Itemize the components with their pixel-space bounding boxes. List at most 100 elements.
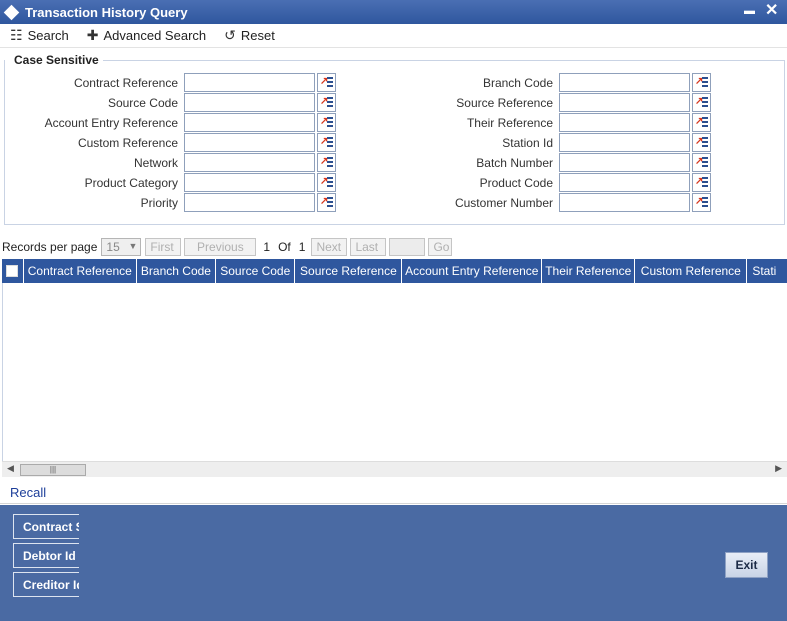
column-header-branch-code[interactable]: Branch Code [137,259,217,283]
lov-button[interactable]: ↗ [317,193,336,212]
lov-button[interactable]: ↗ [317,93,336,112]
debtor-id-button[interactable]: Debtor Id [13,543,79,568]
source-reference-input[interactable] [559,93,690,112]
next-page-button[interactable]: Next [311,238,348,256]
lov-button[interactable]: ↗ [692,133,711,152]
field-row-account-entry-reference: Account Entry Reference ↗ [8,113,336,132]
database-icon: ☷ [10,27,23,43]
customer-number-input[interactable] [559,193,690,212]
total-pages: 1 [298,240,306,254]
field-label: Source Reference [456,95,553,110]
scroll-left-icon[interactable]: ◀ [7,463,14,474]
lov-button[interactable]: ↗ [692,193,711,212]
list-icon [702,197,708,208]
reset-label: Reset [240,28,275,43]
field-label: Account Entry Reference [44,115,178,130]
list-icon [702,157,708,168]
recall-link[interactable]: Recall [10,485,46,500]
product-code-input[interactable] [559,173,690,192]
of-label: Of [278,240,291,254]
add-search-icon: ✚ [86,27,99,43]
previous-page-button[interactable]: Previous [184,238,257,256]
divider [0,503,787,504]
pager: Records per page 15 ▼ First Previous 1 O… [0,236,787,258]
results-table-body [2,283,787,461]
records-per-page-select[interactable]: 15 ▼ [101,238,142,256]
priority-input[interactable] [184,193,315,212]
chevron-down-icon: ▼ [128,241,138,251]
lov-button[interactable]: ↗ [692,73,711,92]
select-all-checkbox[interactable] [6,265,19,277]
source-code-input[interactable] [184,93,315,112]
column-header-account-entry-reference[interactable]: Account Entry Reference [402,259,543,283]
scroll-right-icon[interactable]: ▶ [775,463,782,474]
results-table-header: Contract Reference Branch Code Source Co… [2,259,787,283]
station-id-input[interactable] [559,133,690,152]
lov-button[interactable]: ↗ [317,153,336,172]
custom-reference-input[interactable] [184,133,315,152]
list-icon [702,117,708,128]
network-input[interactable] [184,153,315,172]
column-header-custom-reference[interactable]: Custom Reference [635,259,748,283]
field-label: Source Code [107,95,178,110]
field-label: Custom Reference [77,135,178,150]
lov-button[interactable]: ↗ [317,73,336,92]
section-title: Case Sensitive [14,53,103,67]
their-reference-input[interactable] [559,113,690,132]
minimize-button[interactable]: ▬ [744,1,755,21]
lov-button[interactable]: ↗ [317,173,336,192]
field-row-batch-number: Batch Number ↗ [393,153,711,172]
list-icon [702,137,708,148]
lov-button[interactable]: ↗ [692,113,711,132]
last-page-button[interactable]: Last [350,238,387,256]
list-icon [702,97,708,108]
field-label: Priority [140,195,178,210]
first-page-button[interactable]: First [145,238,182,256]
close-button[interactable]: ✕ [765,1,778,21]
contract-summary-button[interactable]: Contract S [13,514,79,539]
window-title: Transaction History Query [25,4,188,20]
field-label: Their Reference [466,115,553,130]
column-header-source-reference[interactable]: Source Reference [295,259,403,283]
goto-page-input[interactable] [389,238,426,256]
column-header-their-reference[interactable]: Their Reference [542,259,636,283]
branch-code-input[interactable] [559,73,690,92]
column-header-source-code[interactable]: Source Code [216,259,296,283]
contract-reference-input[interactable] [184,73,315,92]
list-icon [327,157,333,168]
window-icon [3,4,20,20]
list-icon [702,77,708,88]
field-label: Batch Number [476,155,553,170]
field-label: Product Category [84,175,178,190]
field-row-custom-reference: Custom Reference ↗ [8,133,336,152]
list-icon [327,197,333,208]
field-label: Product Code [479,175,553,190]
field-row-contract-reference: Contract Reference ↗ [8,73,336,92]
field-row-station-id: Station Id ↗ [393,133,711,152]
horizontal-scrollbar[interactable]: ◀ ||| ▶ [2,461,787,477]
exit-button[interactable]: Exit [725,552,768,578]
lov-button[interactable]: ↗ [692,153,711,172]
search-label: Search [27,28,69,43]
batch-number-input[interactable] [559,153,690,172]
advanced-search-button[interactable]: ✚ Advanced Search [87,27,206,44]
toolbar: ☷ Search ✚ Advanced Search ↺ Reset [0,24,787,48]
search-button[interactable]: ☷ Search [10,27,69,44]
lov-button[interactable]: ↗ [317,133,336,152]
creditor-id-button[interactable]: Creditor Id [13,572,79,597]
list-icon [702,177,708,188]
column-header-station-id[interactable]: Stati [747,259,787,283]
go-button[interactable]: Go [428,238,453,256]
lov-button[interactable]: ↗ [692,93,711,112]
field-label: Customer Number [454,195,553,210]
field-row-product-code: Product Code ↗ [393,173,711,192]
field-label: Contract Reference [73,75,178,90]
lov-button[interactable]: ↗ [692,173,711,192]
reset-button[interactable]: ↺ Reset [224,27,275,44]
product-category-input[interactable] [184,173,315,192]
scrollbar-thumb[interactable]: ||| [20,464,86,476]
account-entry-reference-input[interactable] [184,113,315,132]
field-row-their-reference: Their Reference ↗ [393,113,711,132]
lov-button[interactable]: ↗ [317,113,336,132]
column-header-contract-reference[interactable]: Contract Reference [24,259,137,283]
